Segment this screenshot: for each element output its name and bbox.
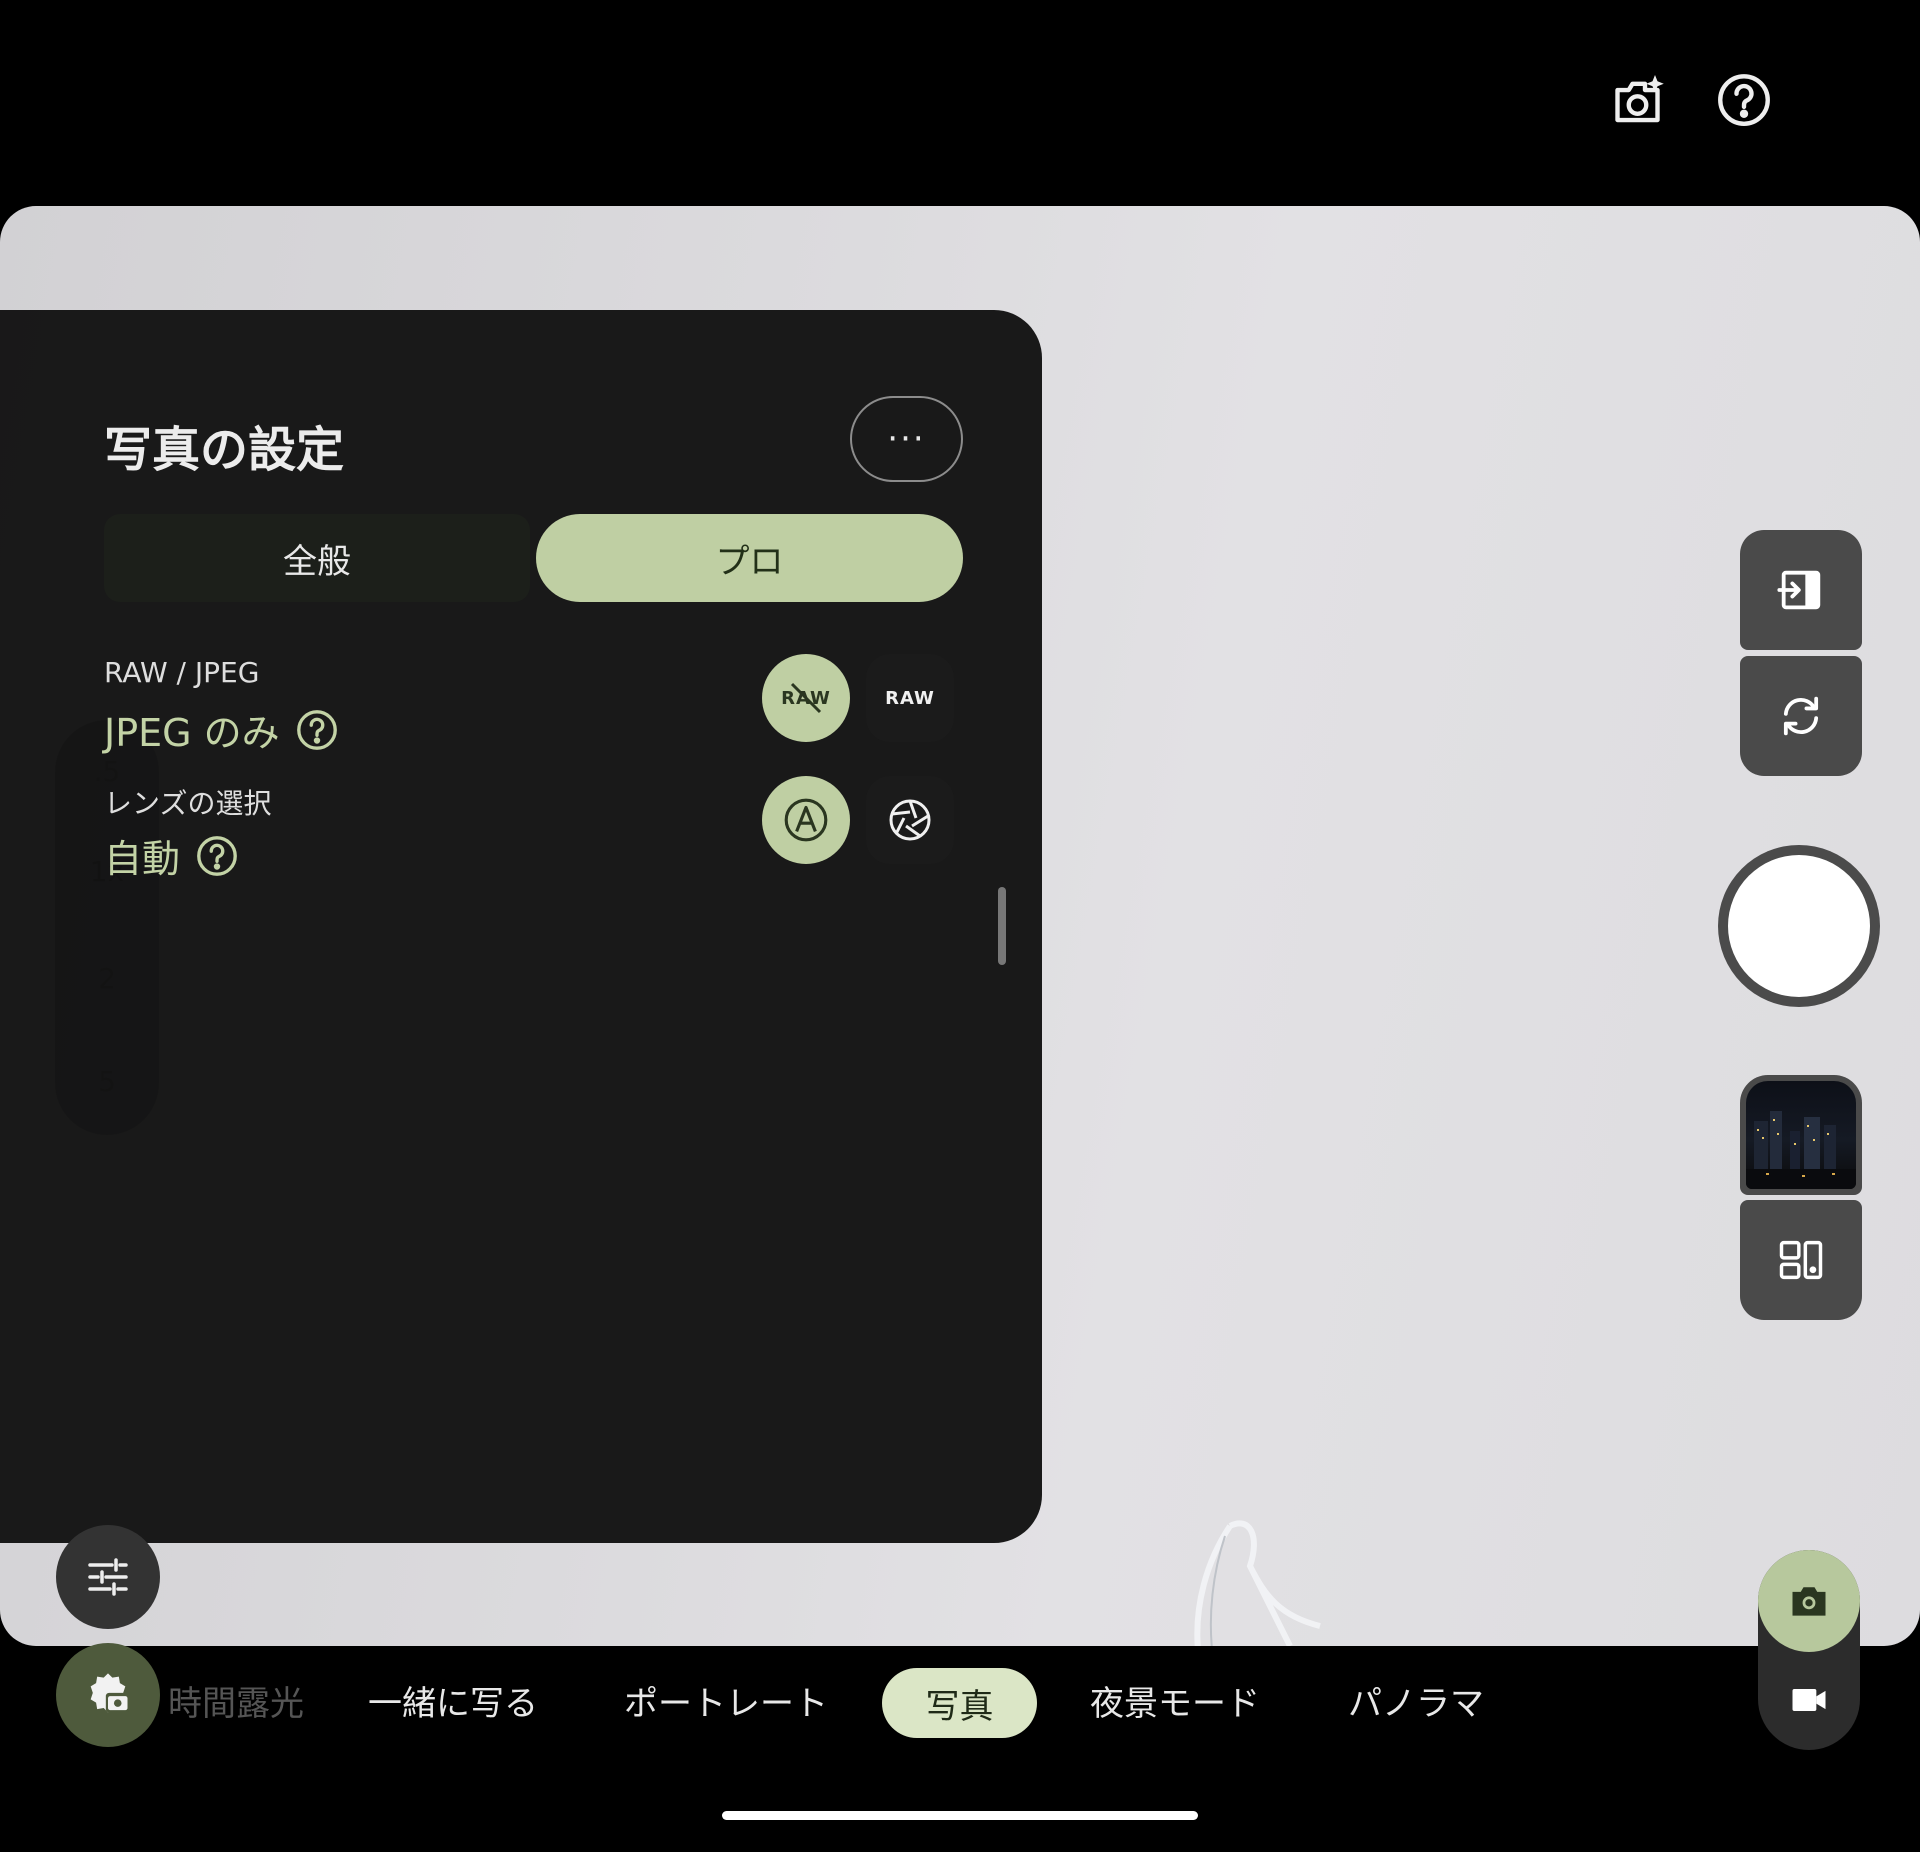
raw-off-option[interactable]: RAW — [762, 654, 850, 742]
raw-option[interactable]: RAW — [866, 654, 954, 742]
camera-icon — [1792, 1587, 1826, 1616]
gallery-thumbnail[interactable] — [1740, 1075, 1862, 1195]
switch-camera-button[interactable] — [1740, 656, 1862, 776]
layout-switch-button[interactable] — [1740, 1200, 1862, 1320]
home-indicator[interactable] — [722, 1811, 1198, 1820]
screen-move-icon — [1777, 570, 1821, 610]
layout-icon — [1779, 1240, 1823, 1280]
raw-icon: RAW — [885, 687, 935, 709]
aperture-icon — [889, 799, 931, 841]
lens-manual-option[interactable] — [866, 776, 954, 864]
shutter-button[interactable] — [1728, 855, 1870, 997]
panel-scrollbar[interactable] — [998, 887, 1006, 965]
tab-pro[interactable]: プロ — [536, 514, 963, 602]
panel-title: 写真の設定 — [104, 422, 345, 478]
lens-value-text: 自動 — [104, 837, 181, 881]
settings-tabs: 全般 プロ — [104, 514, 963, 602]
mode-photo[interactable]: 写真 — [882, 1668, 1037, 1738]
shutter-ring[interactable] — [1718, 845, 1880, 1007]
dual-screen-button[interactable] — [1740, 530, 1862, 650]
video-camera-icon — [1792, 1689, 1826, 1711]
mode-panorama[interactable]: パノラマ — [1348, 1676, 1484, 1725]
more-options-button[interactable]: ··· — [850, 396, 963, 482]
mode-time-lapse[interactable]: 時間露光 — [168, 1676, 304, 1725]
help-icon[interactable] — [194, 833, 240, 879]
mode-add-me[interactable]: 一緒に写る — [368, 1676, 538, 1725]
sliders-icon — [88, 1558, 128, 1596]
photo-settings-panel: 写真の設定 ··· 全般 プロ RAW / JPEG JPEG のみ RAW R… — [0, 310, 1042, 1543]
camera-app: .5 1x 2 5 写真の設定 ··· 全般 プロ RAW / JPEG JPE… — [0, 0, 1920, 1852]
mode-night-sight[interactable]: 夜景モード — [1090, 1676, 1260, 1725]
camera-settings-button[interactable] — [56, 1643, 160, 1747]
help-icon[interactable] — [294, 707, 340, 753]
lens-auto-option[interactable] — [762, 776, 850, 864]
help-icon[interactable] — [1714, 70, 1774, 130]
raw-jpeg-value-text: JPEG のみ — [104, 711, 280, 755]
mode-portrait[interactable]: ポートレート — [624, 1676, 828, 1725]
tab-general[interactable]: 全般 — [104, 514, 530, 602]
gear-camera-icon — [90, 1673, 130, 1713]
raw-jpeg-label: RAW / JPEG — [104, 656, 260, 689]
adjust-controls-button[interactable] — [56, 1525, 160, 1629]
camera-sparkle-icon[interactable] — [1610, 70, 1670, 130]
last-photo-image — [1746, 1081, 1856, 1189]
photo-mode-button[interactable] — [1758, 1550, 1860, 1652]
capture-mode-toggle — [1758, 1550, 1860, 1750]
strike-icon — [790, 682, 822, 714]
video-mode-button[interactable] — [1758, 1660, 1860, 1740]
flip-camera-icon — [1783, 696, 1819, 736]
lens-label: レンズの選択 — [104, 787, 272, 820]
auto-a-icon — [784, 798, 828, 842]
raw-jpeg-value: JPEG のみ — [104, 702, 340, 757]
lens-value: 自動 — [104, 828, 240, 883]
clear-stand-object — [1194, 1520, 1321, 1646]
